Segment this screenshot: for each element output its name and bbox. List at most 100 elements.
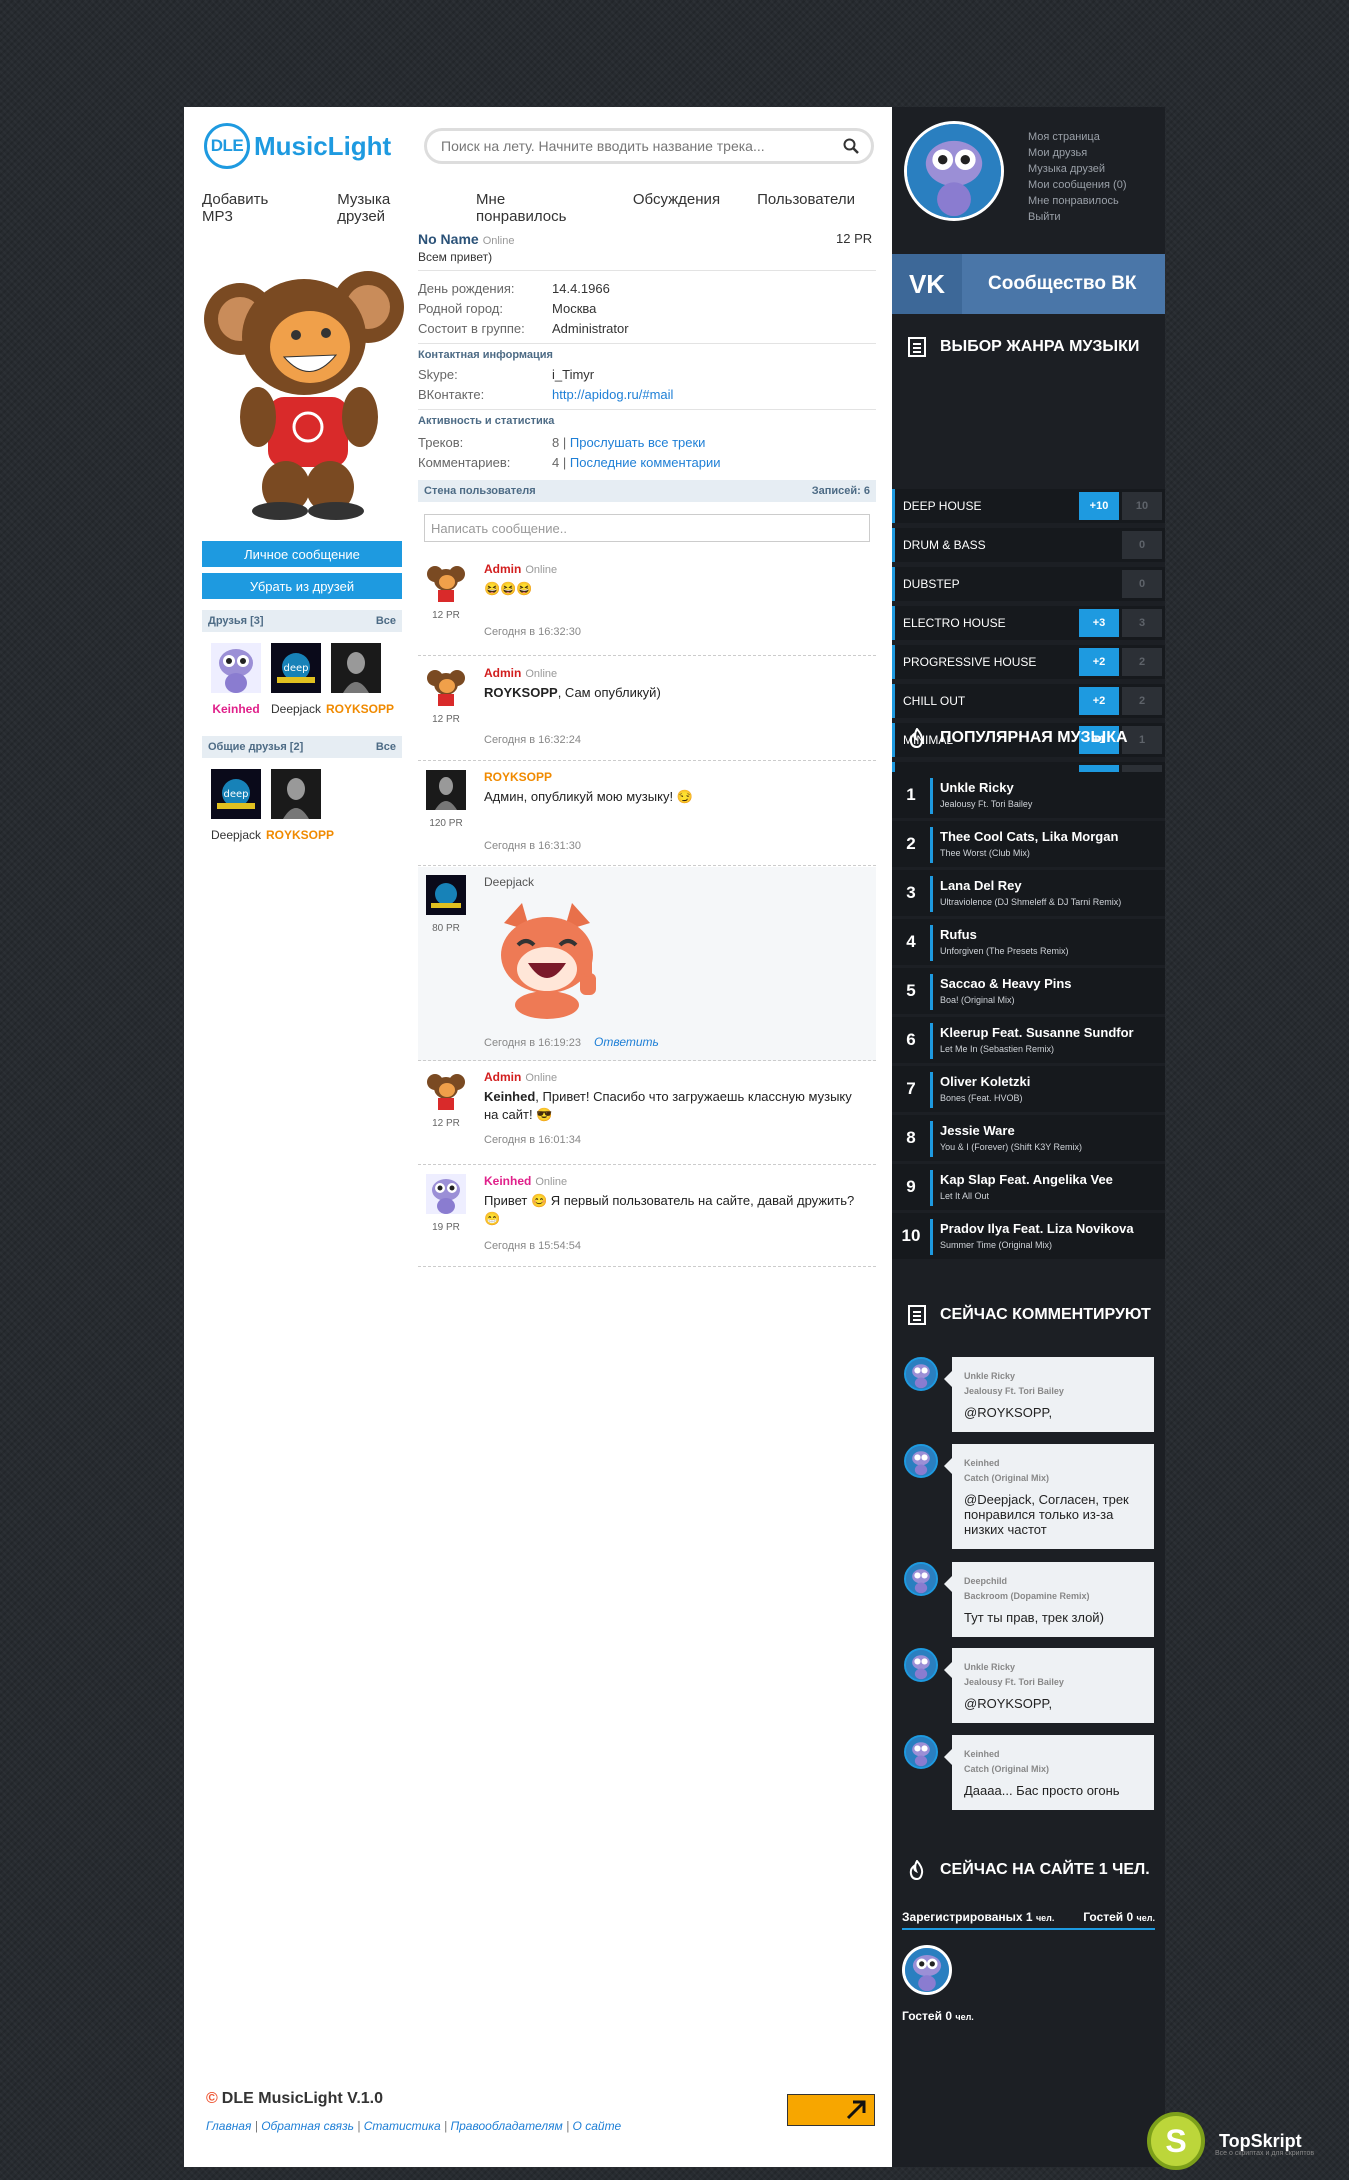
popular-track-item[interactable]: 5 Saccao & Heavy Pins Boa! (Original Mix) — [892, 968, 1165, 1014]
footer-link-about[interactable]: О сайте — [573, 2119, 622, 2133]
track-title[interactable]: Summer Time (Original Mix) — [940, 1240, 1052, 1250]
genre-item[interactable]: CHILL OUT +2 2 — [892, 684, 1165, 718]
post-author[interactable]: Deepjack — [484, 875, 534, 889]
popular-track-item[interactable]: 9 Kap Slap Feat. Angelika Vee Let It All O… — [892, 1164, 1165, 1210]
comment-user[interactable]: Unkle Ricky — [964, 1660, 1142, 1675]
search-input[interactable]: Поиск на лету. Начните вводить название … — [424, 128, 874, 164]
footer-link-home[interactable]: Главная — [206, 2119, 251, 2133]
post-avatar[interactable] — [426, 666, 466, 706]
track-title[interactable]: You & I (Forever) (Shift K3Y Remix) — [940, 1142, 1082, 1152]
comment-avatar[interactable] — [904, 1444, 938, 1478]
post-avatar[interactable] — [426, 562, 466, 602]
menu-friends-music[interactable]: Музыка друзей — [1028, 161, 1126, 177]
post-avatar[interactable] — [426, 875, 466, 915]
track-artist[interactable]: Pradov Ilya Feat. Liza Novikova — [940, 1221, 1134, 1236]
up-arrow-button[interactable] — [787, 2094, 875, 2126]
genre-item[interactable]: PROGRESSIVE HOUSE +2 2 — [892, 645, 1165, 679]
comment-user[interactable]: Unkle Ricky — [964, 1369, 1142, 1384]
post-author-name[interactable]: ROYKSOPP — [484, 770, 552, 784]
footer-link-stats[interactable]: Статистика — [364, 2119, 441, 2133]
friend-item-keinhed[interactable]: Keinhed — [206, 643, 266, 716]
popular-track-item[interactable]: 3 Lana Del Rey Ultraviolence (DJ Shmeleff … — [892, 870, 1165, 916]
private-message-button[interactable]: Личное сообщение — [202, 541, 402, 567]
comment-avatar[interactable] — [904, 1562, 938, 1596]
popular-track-item[interactable]: 7 Oliver Koletzki Bones (Feat. HVOB) — [892, 1066, 1165, 1112]
common-friend-royksopp[interactable]: ROYKSOPP — [266, 769, 334, 842]
popular-track-item[interactable]: 2 Thee Cool Cats, Lika Morgan Thee Worst (… — [892, 821, 1165, 867]
popular-track-item[interactable]: 4 Rufus Unforgiven (The Presets Remix) — [892, 919, 1165, 965]
popular-track-item[interactable]: 6 Kleerup Feat. Susanne Sundfor Let Me In … — [892, 1017, 1165, 1063]
track-artist[interactable]: Kap Slap Feat. Angelika Vee — [940, 1172, 1113, 1187]
comment-avatar[interactable] — [904, 1648, 938, 1682]
track-artist[interactable]: Saccao & Heavy Pins — [940, 976, 1072, 991]
post-author[interactable]: Admin Online — [484, 666, 557, 680]
track-title[interactable]: Let It All Out — [940, 1191, 989, 1201]
popular-track-item[interactable]: 8 Jessie Ware You & I (Forever) (Shift K3Y… — [892, 1115, 1165, 1161]
menu-logout[interactable]: Выйти — [1028, 209, 1126, 225]
track-title[interactable]: Boa! (Original Mix) — [940, 995, 1015, 1005]
reply-link[interactable]: Ответить — [594, 1035, 659, 1049]
online-user-avatar[interactable] — [902, 1945, 952, 1995]
tab-guests[interactable]: Гостей 0 чел. — [1083, 1910, 1155, 1928]
menu-my-messages[interactable]: Мои сообщения (0) — [1028, 177, 1126, 193]
post-author[interactable]: ROYKSOPP — [484, 770, 552, 784]
track-title[interactable]: Unforgiven (The Presets Remix) — [940, 946, 1069, 956]
friends-all-link[interactable]: Все — [376, 615, 396, 627]
track-title[interactable]: Thee Worst (Club Mix) — [940, 848, 1030, 858]
friend-item-deepjack[interactable]: deep Deepjack — [266, 643, 326, 716]
tab-registered[interactable]: Зарегистрированых 1 чел. — [902, 1910, 1054, 1928]
post-author[interactable]: Admin Online — [484, 562, 557, 576]
post-avatar[interactable] — [426, 1174, 466, 1214]
nav-discussions[interactable]: Обсуждения — [633, 191, 720, 225]
post-author-name[interactable]: Keinhed — [484, 1174, 531, 1188]
nav-users[interactable]: Пользователи — [757, 191, 855, 225]
common-friends-all-link[interactable]: Все — [376, 741, 396, 753]
popular-track-item[interactable]: 10 Pradov Ilya Feat. Liza Novikova Summer … — [892, 1213, 1165, 1259]
comment-song[interactable]: Catch (Original Mix) — [964, 1762, 1142, 1777]
comment-avatar[interactable] — [904, 1357, 938, 1391]
track-title[interactable]: Let Me In (Sebastien Remix) — [940, 1044, 1054, 1054]
track-artist[interactable]: Thee Cool Cats, Lika Morgan — [940, 829, 1118, 844]
nav-friends-music[interactable]: Музыка друзей — [337, 191, 439, 225]
search-icon[interactable] — [843, 138, 859, 154]
track-artist[interactable]: Kleerup Feat. Susanne Sundfor — [940, 1025, 1134, 1040]
popular-track-item[interactable]: 1 Unkle Ricky Jealousy Ft. Tori Bailey — [892, 772, 1165, 818]
menu-liked[interactable]: Мне понравилось — [1028, 193, 1126, 209]
mention[interactable]: Keinhed — [484, 1089, 535, 1104]
site-logo[interactable]: DLE MusicLight — [204, 123, 391, 169]
nav-liked[interactable]: Мне понравилось — [476, 191, 596, 225]
post-author[interactable]: Keinhed Online — [484, 1174, 567, 1188]
track-artist[interactable]: Oliver Koletzki — [940, 1074, 1030, 1089]
friend-item-royksopp[interactable]: ROYKSOPP — [326, 643, 394, 716]
genre-item[interactable]: DUBSTEP 0 — [892, 567, 1165, 601]
menu-my-friends[interactable]: Мои друзья — [1028, 145, 1126, 161]
comment-user[interactable]: Deepchild — [964, 1574, 1142, 1589]
genre-item[interactable]: DEEP HOUSE +10 10 — [892, 489, 1165, 523]
comment-song[interactable]: Jealousy Ft. Tori Bailey — [964, 1675, 1142, 1690]
menu-my-page[interactable]: Моя страница — [1028, 129, 1126, 145]
comment-avatar[interactable] — [904, 1735, 938, 1769]
track-artist[interactable]: Unkle Ricky — [940, 780, 1014, 795]
footer-link-feedback[interactable]: Обратная связь — [261, 2119, 354, 2133]
post-author-name[interactable]: Deepjack — [484, 875, 534, 889]
comment-song[interactable]: Backroom (Dopamine Remix) — [964, 1589, 1142, 1604]
remove-friend-button[interactable]: Убрать из друзей — [202, 573, 402, 599]
genre-item[interactable]: DRUM & BASS 0 — [892, 528, 1165, 562]
vk-link[interactable]: http://apidog.ru/#mail — [552, 387, 673, 402]
genre-item[interactable]: ELECTRO HOUSE +3 3 — [892, 606, 1165, 640]
post-avatar[interactable] — [426, 770, 466, 810]
vk-community-button[interactable]: VK Сообщество ВК — [892, 254, 1165, 314]
post-author[interactable]: Admin Online — [484, 1070, 557, 1084]
comment-song[interactable]: Catch (Original Mix) — [964, 1471, 1142, 1486]
nav-add-mp3[interactable]: Добавить MP3 — [202, 191, 300, 225]
track-artist[interactable]: Lana Del Rey — [940, 878, 1022, 893]
post-avatar[interactable] — [426, 1070, 466, 1110]
comment-user[interactable]: Keinhed — [964, 1747, 1142, 1762]
user-avatar[interactable] — [904, 121, 1004, 221]
track-title[interactable]: Bones (Feat. HVOB) — [940, 1093, 1023, 1103]
post-author-name[interactable]: Admin — [484, 1070, 521, 1084]
post-author-name[interactable]: Admin — [484, 562, 521, 576]
comment-song[interactable]: Jealousy Ft. Tori Bailey — [964, 1384, 1142, 1399]
post-author-name[interactable]: Admin — [484, 666, 521, 680]
track-artist[interactable]: Jessie Ware — [940, 1123, 1015, 1138]
